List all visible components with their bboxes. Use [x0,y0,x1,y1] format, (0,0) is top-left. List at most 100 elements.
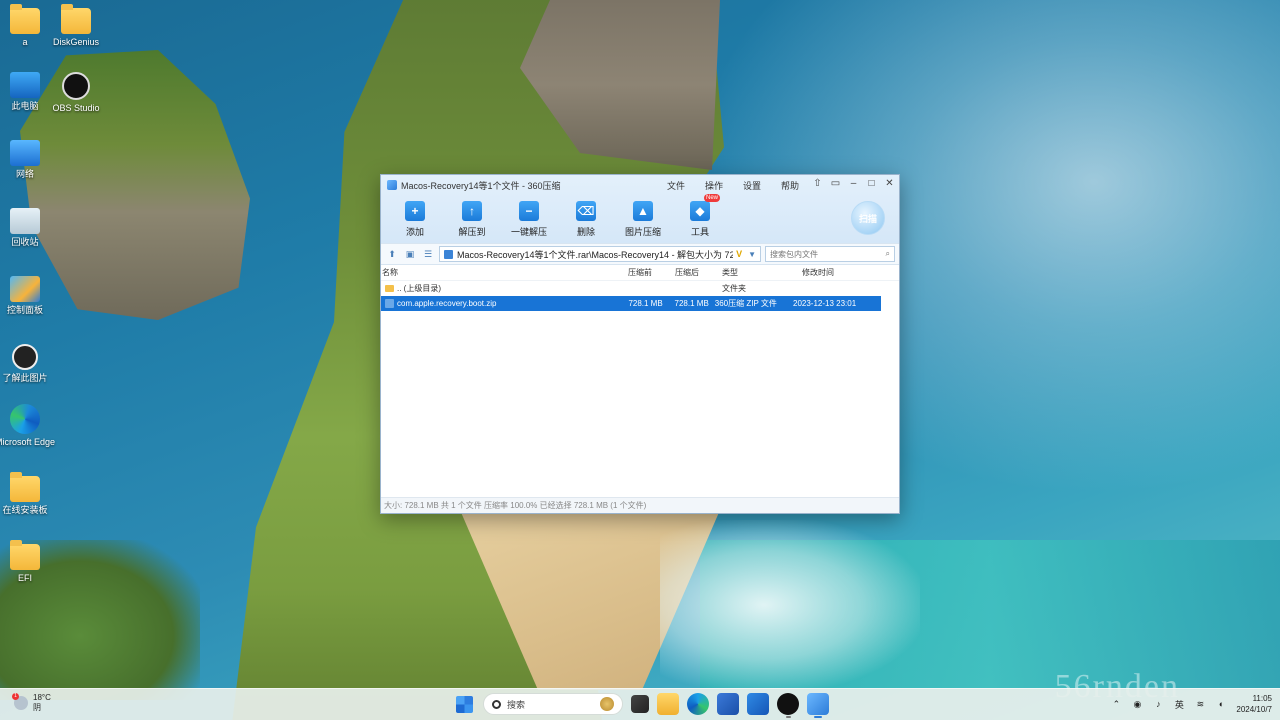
add-button[interactable]: + 添加 [395,199,435,238]
list-item-selected[interactable]: com.apple.recovery.boot.zip 728.1 MB 728… [381,296,881,311]
desktop-icon-label: 回收站 [11,237,39,247]
zip-app-icon[interactable] [807,693,829,718]
address-text: Macos-Recovery14等1个文件.rar\Macos-Recovery… [457,249,734,260]
maximize-button[interactable]: □ [866,178,877,189]
weather-text: 18°C 阴 [33,693,51,713]
edge-icon[interactable] [687,693,709,715]
column-name[interactable]: 名称 [381,267,628,278]
task-view-icon[interactable] [631,695,649,713]
network-icon [10,140,40,166]
microphone-icon[interactable]: ♪ [1152,699,1164,709]
address-bar[interactable]: Macos-Recovery14等1个文件.rar\Macos-Recovery… [439,246,761,262]
desktop-icon-label: 控制面板 [6,305,43,315]
column-packed[interactable]: 压缩前 [628,267,675,278]
tools-button[interactable]: ◆ New 工具 [680,194,720,238]
image-compress-button[interactable]: ▲ 图片压缩 [623,199,663,238]
folder-icon [10,4,40,34]
menu-help[interactable]: 帮助 [781,179,799,192]
zip-file-icon [385,299,394,308]
desktop-icon-recycle-bin[interactable]: 回收站 [0,208,56,248]
desktop-icon-label: EFI [17,573,32,583]
new-badge: New [703,194,720,202]
system-tray: ⌃ ◉ ♪ 英 ≋ ◐ 11:05 2024/10/7 [1110,693,1272,715]
extract-to-button[interactable]: ↑ 解压到 [452,199,492,238]
volume-icon[interactable]: ◐ [1215,699,1227,709]
desktop-icon-label: OBS Studio [52,103,100,113]
row-name: com.apple.recovery.boot.zip [397,299,497,308]
menu-file[interactable]: 文件 [667,179,685,192]
desktop-icon-edge[interactable]: Microsoft Edge [0,404,56,448]
skin-icon[interactable]: ⇧ [812,178,823,189]
weather-widget[interactable]: 1 18°C 阴 [12,693,51,713]
tool-label: 图片压缩 [624,227,661,237]
archive-icon [444,249,453,259]
desktop-icon-control-panel[interactable]: 控制面板 [0,276,56,316]
delete-button[interactable]: ⌫ 删除 [566,199,606,238]
running-indicator [814,716,822,718]
start-menu-icon[interactable] [456,695,473,713]
store-icon[interactable] [717,693,739,715]
tool-label: 添加 [405,227,424,237]
one-click-extract-button[interactable]: − 一键解压 [509,199,549,238]
desktop-icon-diskgenius[interactable]: DiskGenius [45,4,107,48]
search-input[interactable]: 搜索包内文件 ⌕ [765,246,895,262]
minimize-button[interactable]: – [848,178,859,189]
view-thumbnail-icon[interactable]: ▣ [403,247,417,261]
file-explorer-icon[interactable] [657,693,679,715]
row-name-cell: .. (上级目录) [381,283,628,294]
list-header: 名称 压缩前 压缩后 类型 修改时间 [381,265,899,281]
list-item-parent[interactable]: .. (上级目录) 文件夹 [381,281,899,296]
tool-label: 解压到 [458,227,486,237]
zip-window: Macos-Recovery14等1个文件 - 360压缩 文件 操作 设置 帮… [380,174,900,514]
weather-temp: 18°C [33,693,51,702]
desktop-icon-learn-about-picture[interactable]: 了解此图片 [0,344,56,384]
desktop-icon-efi[interactable]: EFI [0,540,56,584]
notification-badge: 1 [12,693,19,700]
view-list-icon[interactable]: ☰ [421,247,435,261]
column-type[interactable]: 类型 [722,267,802,278]
clock-time: 11:05 [1252,694,1272,703]
edge-icon [10,404,40,434]
window-title: Macos-Recovery14等1个文件 - 360压缩 [401,180,561,191]
folder-icon [61,4,91,34]
ime-indicator[interactable]: 英 [1173,698,1185,711]
row-date: 2023-12-13 23:01 [793,299,857,308]
recycle-bin-icon [10,208,40,234]
file-list: 名称 压缩前 压缩后 类型 修改时间 .. (上级目录) 文件夹 com.app… [381,265,899,483]
row-name-cell: com.apple.recovery.boot.zip [381,299,623,308]
weather-desc: 阴 [33,703,41,712]
row-packed: 728.1 MB [628,299,663,308]
taskbar-search[interactable]: 搜索 [483,693,623,715]
scan-button[interactable]: 扫描 [851,201,885,235]
clock[interactable]: 11:05 2024/10/7 [1236,693,1272,715]
image-compress-icon: ▲ [633,201,653,221]
desktop-icon-obs-studio[interactable]: OBS Studio [45,72,107,114]
cloud-icon: 1 [12,693,28,710]
desktop-icon-online-installer[interactable]: 在线安装板 [0,472,56,516]
folder-icon [10,472,40,502]
obs-icon[interactable] [777,693,799,718]
desktop-icon-label: a [22,37,28,47]
menu-icon[interactable]: ▭ [830,178,841,189]
hidden-eye-icon[interactable]: ◉ [1131,699,1143,710]
chevron-up-icon[interactable]: ⌃ [1110,699,1122,710]
chevron-down-icon[interactable]: ▼ [748,250,756,259]
one-click-extract-icon: − [519,201,539,221]
up-arrow-icon[interactable]: ⬆ [385,247,399,261]
running-indicator [786,716,791,718]
desktop-icon-label: Microsoft Edge [0,437,56,447]
menu-settings[interactable]: 设置 [743,179,761,192]
column-date[interactable]: 修改时间 [802,267,892,278]
extract-to-icon: ↑ [462,201,482,221]
close-button[interactable]: ✕ [884,178,895,189]
wifi-icon[interactable]: ≋ [1194,699,1206,710]
menu-operate[interactable]: 操作 [705,179,723,192]
mail-icon[interactable] [747,693,769,715]
column-size[interactable]: 压缩后 [675,267,722,278]
desktop-icon-network[interactable]: 网络 [0,140,56,180]
add-icon: + [405,201,425,221]
clock-date: 2024/10/7 [1236,705,1272,714]
desktop-icon-label: 此电脑 [11,101,39,111]
search-icon[interactable]: ⌕ [886,249,890,259]
menu-bar: 文件 操作 设置 帮助 [667,179,799,192]
